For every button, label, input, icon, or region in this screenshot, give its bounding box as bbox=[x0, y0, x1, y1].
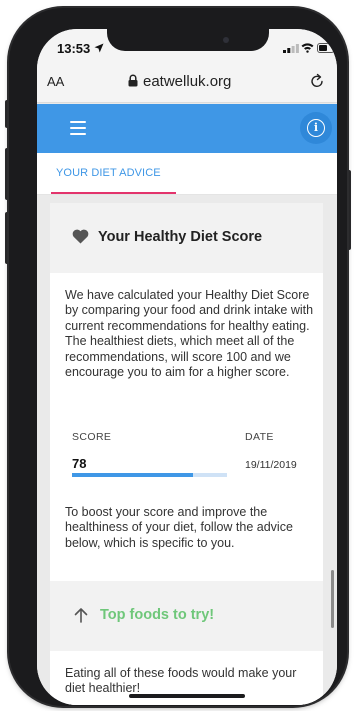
heart-icon bbox=[72, 229, 89, 244]
front-camera bbox=[223, 37, 229, 43]
score-card-header: Your Healthy Diet Score bbox=[50, 203, 323, 273]
notch bbox=[107, 29, 269, 51]
top-foods-header: Top foods to try! bbox=[50, 581, 323, 651]
date-value: 19/11/2019 bbox=[245, 459, 297, 471]
active-tab-indicator bbox=[51, 192, 176, 194]
main-content: Your Healthy Diet Score We have calculat… bbox=[37, 195, 337, 705]
date-column-label: DATE bbox=[245, 431, 274, 443]
page-scrollbar[interactable] bbox=[331, 570, 334, 628]
tab-your-diet-advice[interactable]: YOUR DIET ADVICE bbox=[56, 167, 161, 179]
boost-advice-text: To boost your score and improve the heal… bbox=[65, 505, 293, 550]
tab-bar: YOUR DIET ADVICE bbox=[37, 153, 337, 195]
info-button[interactable]: i bbox=[300, 112, 332, 144]
score-card-title: Your Healthy Diet Score bbox=[98, 229, 263, 245]
score-progress-bar bbox=[72, 473, 227, 477]
hamburger-menu-icon[interactable] bbox=[70, 121, 86, 135]
battery-icon bbox=[317, 43, 337, 53]
status-time: 13:53 bbox=[57, 41, 91, 56]
power-button bbox=[347, 170, 351, 250]
text-size-button[interactable]: AA bbox=[47, 74, 64, 89]
score-description: We have calculated your Healthy Diet Sco… bbox=[65, 288, 314, 380]
location-arrow-icon bbox=[94, 43, 104, 53]
diet-score-card: Your Healthy Diet Score We have calculat… bbox=[50, 203, 323, 705]
top-foods-text: Eating all of these foods would make you… bbox=[65, 666, 297, 696]
url-display[interactable]: eatwelluk.org bbox=[143, 73, 231, 90]
arrow-up-icon bbox=[74, 608, 88, 623]
info-icon: i bbox=[307, 119, 325, 137]
phone-frame: 13:53 AA eatwelluk.org i YOUR DIET ADVIC… bbox=[9, 8, 347, 706]
score-column-label: SCORE bbox=[72, 431, 112, 443]
reload-icon[interactable] bbox=[309, 73, 325, 89]
wifi-icon bbox=[301, 43, 314, 53]
lock-icon bbox=[128, 74, 138, 87]
signal-icon bbox=[283, 44, 299, 53]
home-indicator[interactable] bbox=[129, 694, 245, 698]
score-progress-fill bbox=[72, 473, 193, 477]
score-value: 78 bbox=[72, 456, 87, 471]
site-navbar: i bbox=[37, 104, 337, 153]
phone-screen: 13:53 AA eatwelluk.org i YOUR DIET ADVIC… bbox=[37, 29, 337, 705]
browser-address-bar[interactable]: AA eatwelluk.org bbox=[37, 63, 337, 103]
top-foods-title: Top foods to try! bbox=[100, 607, 215, 623]
